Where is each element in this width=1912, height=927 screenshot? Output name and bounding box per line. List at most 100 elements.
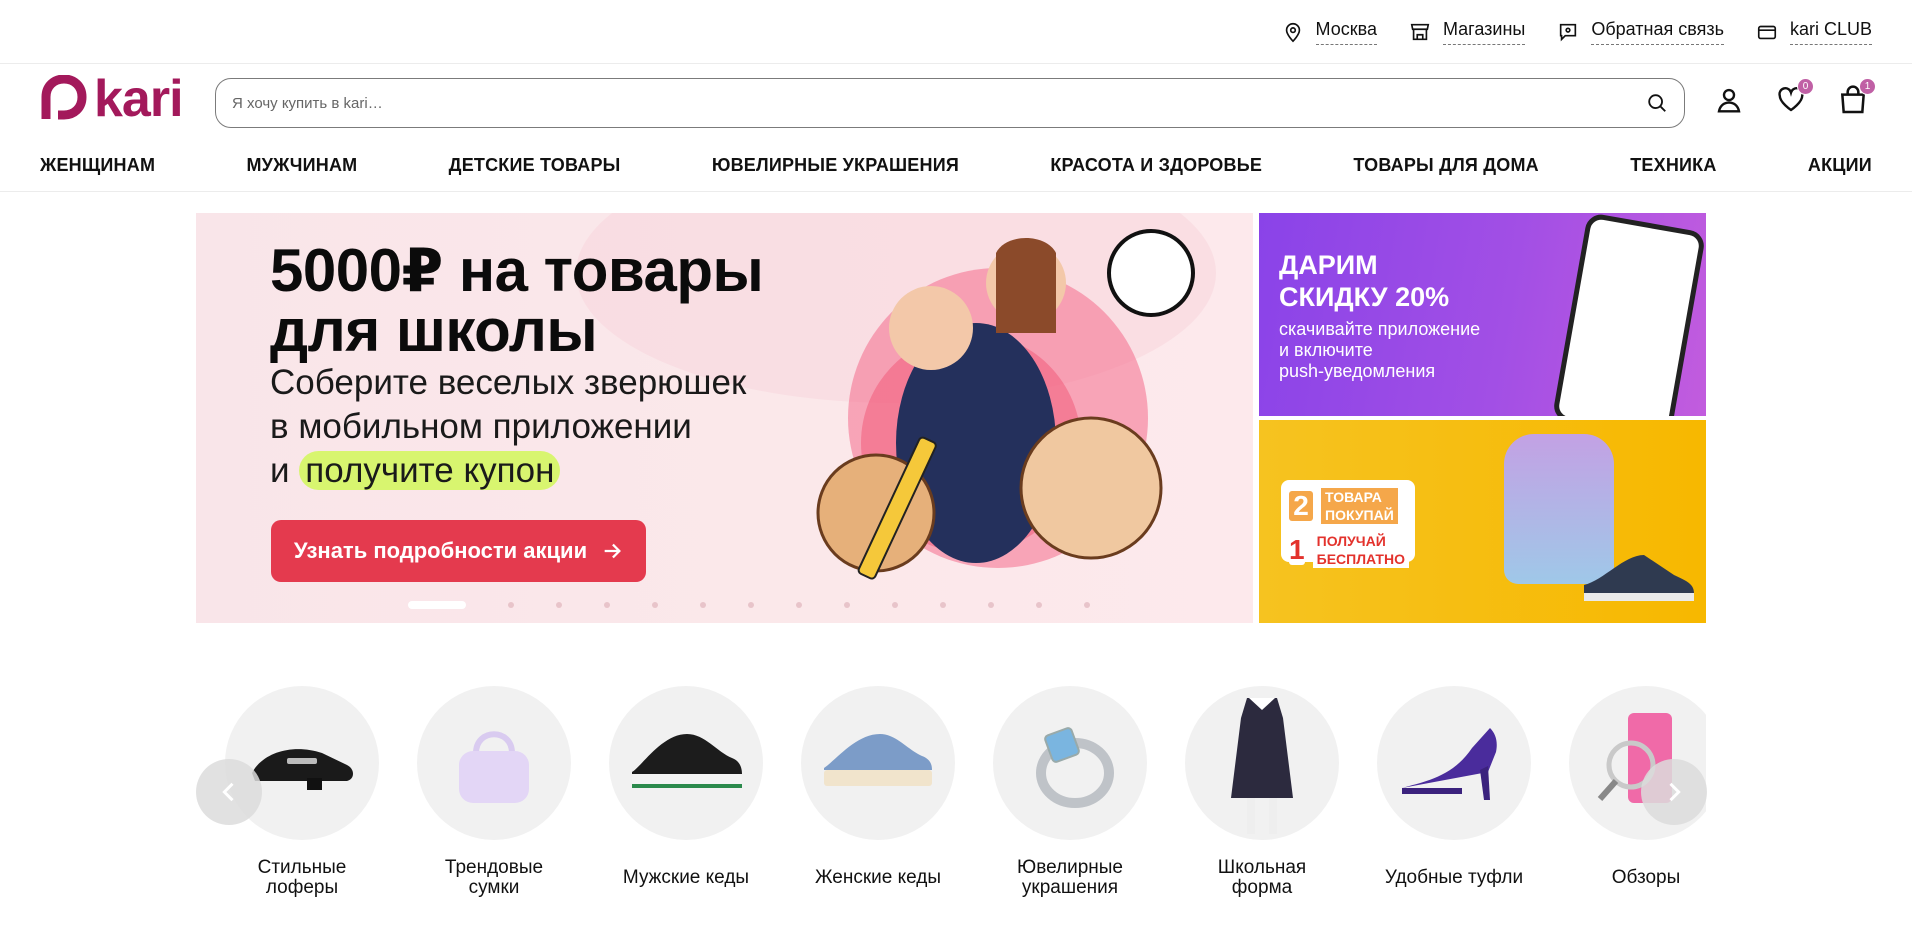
nav-beauty[interactable]: КРАСОТА И ЗДОРОВЬЕ <box>1050 155 1262 176</box>
carousel-dot[interactable] <box>844 602 850 608</box>
category-item[interactable]: Школьная форма <box>1185 686 1339 898</box>
app-discount-banner[interactable]: ДАРИМ СКИДКУ 20% скачивайте приложение и… <box>1259 213 1706 416</box>
carousel-dot[interactable] <box>508 602 514 608</box>
banner-headline-line2: для школы <box>270 297 598 364</box>
banner-area: 5000₽ на товары для школы Соберите весел… <box>196 213 1706 623</box>
carousel-dot[interactable] <box>604 602 610 608</box>
logo-mark-icon <box>41 75 87 120</box>
get-one-number: 1 <box>1289 534 1305 565</box>
city-label: Москва <box>1315 19 1377 45</box>
arrow-right-icon <box>604 543 622 559</box>
banner-subtitle: Соберите веселых зверюшек в мобильном пр… <box>270 361 746 493</box>
category-label: Обзоры <box>1611 867 1681 888</box>
category-item[interactable]: Удобные туфли <box>1377 686 1531 898</box>
category-label: Трендовые сумки <box>444 857 544 898</box>
city-selector[interactable]: Москва <box>1282 19 1377 45</box>
nav-sales[interactable]: АКЦИИ <box>1808 155 1872 176</box>
app-discount-text-1: скачивайте приложение <box>1279 319 1481 339</box>
sneaker-illustration <box>1584 555 1694 601</box>
app-discount-title: ДАРИМ СКИДКУ 20% <box>1279 249 1449 313</box>
carousel-dots <box>408 601 1111 609</box>
search-icon[interactable] <box>1646 92 1668 114</box>
cart-badge: 1 <box>1859 78 1876 95</box>
feedback-label: Обратная связь <box>1591 19 1724 45</box>
nav-women[interactable]: ЖЕНЩИНАМ <box>40 155 155 176</box>
get-one-text-a: ПОЛУЧАЙ <box>1312 532 1409 550</box>
carousel-next-button[interactable] <box>1641 759 1707 825</box>
banner-sub-prefix: и <box>270 451 290 490</box>
chat-icon <box>1560 23 1577 42</box>
ring-icon <box>993 686 1147 840</box>
carousel-dot[interactable] <box>988 602 994 608</box>
chevron-left-icon <box>222 782 234 802</box>
carousel-dot[interactable] <box>556 602 562 608</box>
carousel-dot[interactable] <box>940 602 946 608</box>
canvas-shoe-icon <box>801 686 955 840</box>
top-bar: Москва Магазины Обратная связь kari CLUB <box>0 0 1912 64</box>
buy-two-number: 2 <box>1289 490 1313 521</box>
main-nav: ЖЕНЩИНАМ МУЖЧИНАМ ДЕТСКИЕ ТОВАРЫ ЮВЕЛИРН… <box>0 140 1912 192</box>
carousel-dot[interactable] <box>408 601 466 609</box>
buy-two-banner[interactable]: 2 ТОВАРА ПОКУПАЙ 1 ПОЛУЧАЙ БЕСПЛАТНО <box>1259 420 1706 623</box>
kari-logo[interactable]: kari <box>40 70 184 128</box>
account-button[interactable] <box>1712 82 1746 118</box>
heel-icon <box>1377 686 1531 840</box>
carousel-dot[interactable] <box>1036 602 1042 608</box>
promo-button-label: Узнать подробности акции <box>293 538 588 563</box>
category-item[interactable]: Трендовые сумки <box>417 686 571 898</box>
category-label: Мужские кеды <box>622 867 750 888</box>
search-bar <box>215 78 1685 128</box>
club-link[interactable]: kari CLUB <box>1756 19 1872 45</box>
carousel-dot[interactable] <box>700 602 706 608</box>
main-promo-banner[interactable]: 5000₽ на товары для школы Соберите весел… <box>196 213 1253 623</box>
favorites-button[interactable]: 0 <box>1774 78 1814 118</box>
feedback-link[interactable]: Обратная связь <box>1557 19 1724 45</box>
get-one-text: ПОЛУЧАЙ БЕСПЛАТНО <box>1312 532 1409 568</box>
banner-sub-line1: Соберите веселых зверюшек <box>270 363 747 402</box>
category-item[interactable]: Ювелирные украшения <box>993 686 1147 898</box>
logo-text: kari <box>94 70 184 128</box>
promo-details-button[interactable]: Узнать подробности акции <box>271 520 646 582</box>
search-input[interactable] <box>232 94 1646 112</box>
app-discount-title-2: СКИДКУ 20% <box>1279 282 1450 312</box>
buy-two-badge: 2 ТОВАРА ПОКУПАЙ 1 ПОЛУЧАЙ БЕСПЛАТНО <box>1281 480 1415 568</box>
nav-men[interactable]: МУЖЧИНАМ <box>246 155 357 176</box>
carousel-prev-button[interactable] <box>196 759 262 825</box>
header: kari 0 1 <box>0 64 1912 140</box>
category-label: Женские кеды <box>814 867 942 888</box>
card-icon <box>1757 25 1777 40</box>
buy-two-row: 2 ТОВАРА ПОКУПАЙ <box>1281 480 1415 524</box>
category-item[interactable]: Женские кеды <box>801 686 955 898</box>
nav-tech[interactable]: ТЕХНИКА <box>1630 155 1716 176</box>
nav-jewelry[interactable]: ЮВЕЛИРНЫЕ УКРАШЕНИЯ <box>712 155 959 176</box>
stores-link[interactable]: Магазины <box>1409 19 1526 45</box>
app-discount-title-1: ДАРИМ <box>1279 250 1378 280</box>
location-pin-icon <box>1285 22 1300 43</box>
category-label: Стильные лоферы <box>257 857 347 898</box>
phone-illustration <box>1551 213 1706 416</box>
category-item[interactable]: Мужские кеды <box>609 686 763 898</box>
stores-label: Магазины <box>1442 19 1526 45</box>
carousel-dot[interactable] <box>652 602 658 608</box>
carousel-dot[interactable] <box>892 602 898 608</box>
buy-two-text-b: ПОКУПАЙ <box>1321 506 1398 524</box>
cart-button[interactable]: 1 <box>1836 78 1876 118</box>
carousel-dot[interactable] <box>796 602 802 608</box>
get-one-row: 1 ПОЛУЧАЙ БЕСПЛАТНО <box>1281 524 1415 568</box>
nav-home[interactable]: ТОВАРЫ ДЛЯ ДОМА <box>1353 155 1539 176</box>
favorites-badge: 0 <box>1797 78 1814 95</box>
app-discount-text-3: push-уведомления <box>1279 361 1436 381</box>
nav-kids[interactable]: ДЕТСКИЕ ТОВАРЫ <box>449 155 621 176</box>
buy-two-text-a: ТОВАРА <box>1321 488 1398 506</box>
header-icons: 0 1 <box>1712 78 1876 118</box>
carousel-dot[interactable] <box>1084 602 1090 608</box>
app-discount-text-2: и включите <box>1279 340 1373 360</box>
category-label: Ювелирные украшения <box>1017 857 1123 898</box>
handbag-icon <box>417 686 571 840</box>
store-icon <box>1410 23 1430 41</box>
banner-sub-line2: в мобильном приложении <box>270 407 692 446</box>
top-links: Москва Магазины Обратная связь kari CLUB <box>1282 0 1872 64</box>
user-icon <box>1717 88 1741 113</box>
get-one-text-b: БЕСПЛАТНО <box>1312 550 1409 568</box>
carousel-dot[interactable] <box>748 602 754 608</box>
